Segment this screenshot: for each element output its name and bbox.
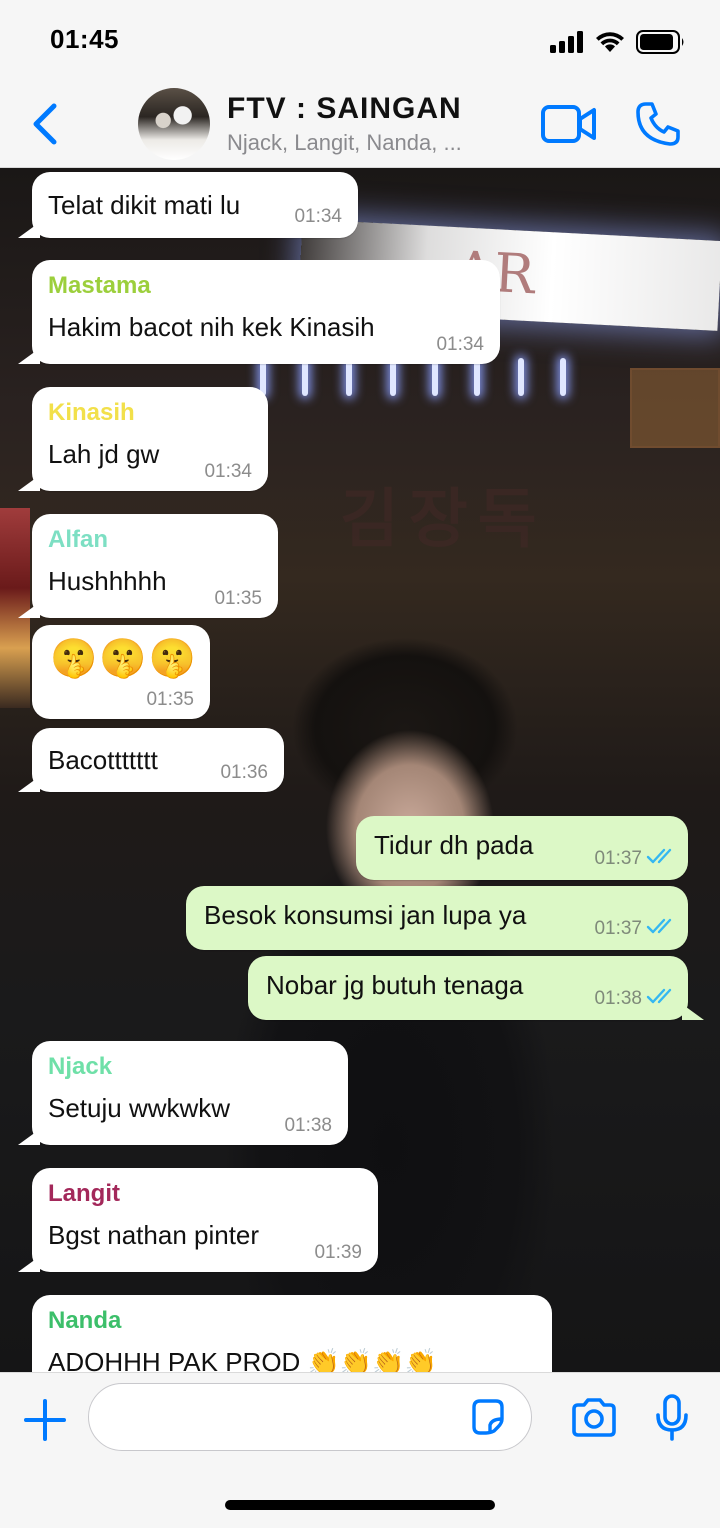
message-time: 01:34 <box>436 334 484 355</box>
voice-message-button[interactable] <box>654 1393 690 1443</box>
message-incoming[interactable]: 🤫🤫🤫 01:35 <box>32 625 210 719</box>
video-camera-icon <box>541 105 596 143</box>
status-icons <box>550 28 686 56</box>
back-button[interactable] <box>28 100 62 148</box>
sender-name[interactable]: Kinasih <box>48 399 135 427</box>
message-text: Setuju wwkwkw <box>48 1093 231 1123</box>
message-outgoing[interactable]: Nobar jg butuh tenaga 01:38 <box>248 956 704 1020</box>
sender-name[interactable]: Mastama <box>48 272 151 300</box>
message-incoming[interactable]: Mastama Hakim bacot nih kek Kinasih 01:3… <box>18 260 500 364</box>
signal-icon <box>550 31 583 53</box>
plus-icon <box>24 1399 66 1441</box>
message-text: Bacottttttt <box>48 745 158 775</box>
sender-name[interactable]: Nanda <box>48 1307 121 1335</box>
message-text: Lah jd gw <box>48 439 160 469</box>
chevron-left-icon <box>33 103 57 145</box>
camera-icon <box>572 1398 616 1437</box>
message-incoming[interactable]: Nanda ADOHHH PAK PROD 👏👏👏👏 <box>32 1295 552 1372</box>
wifi-icon <box>596 32 624 52</box>
message-emoji: 🤫🤫🤫 <box>50 638 198 680</box>
message-text: Hakim bacot nih kek Kinasih <box>48 312 375 342</box>
voice-call-button[interactable] <box>634 100 682 148</box>
message-incoming[interactable]: Alfan Hushhhhh 01:35 <box>18 514 278 618</box>
message-text: Nobar jg butuh tenaga <box>266 970 524 1000</box>
battery-icon <box>636 30 684 54</box>
status-time: 01:45 <box>50 24 119 54</box>
status-bar: 01:45 <box>0 0 720 80</box>
message-outgoing[interactable]: Besok konsumsi jan lupa ya 01:37 <box>186 886 688 950</box>
message-text: Bgst nathan pinter <box>48 1220 260 1250</box>
message-time: 01:35 <box>146 689 194 710</box>
message-incoming[interactable]: Langit Bgst nathan pinter 01:39 <box>18 1168 378 1272</box>
sticker-button[interactable] <box>468 1397 508 1437</box>
message-time: 01:35 <box>214 588 262 609</box>
message-time: 01:36 <box>220 762 268 783</box>
sender-name[interactable]: Langit <box>48 1180 120 1208</box>
read-receipt-icon <box>646 988 672 1004</box>
message-incoming[interactable]: Kinasih Lah jd gw 01:34 <box>18 387 268 491</box>
message-text: Tidur dh pada <box>374 830 534 860</box>
message-incoming[interactable]: Bacottttttt 01:36 <box>18 728 284 792</box>
message-incoming[interactable]: Njack Setuju wwkwkw 01:38 <box>18 1041 348 1145</box>
message-text: Besok konsumsi jan lupa ya <box>204 900 527 930</box>
read-receipt-icon <box>646 918 672 934</box>
message-input[interactable] <box>88 1383 532 1451</box>
message-outgoing[interactable]: Tidur dh pada 01:37 <box>356 816 688 880</box>
read-receipt-icon <box>646 848 672 864</box>
message-text: ADOHHH PAK PROD 👏👏👏👏 <box>48 1347 438 1372</box>
message-time: 01:34 <box>294 206 342 227</box>
message-incoming[interactable]: Telat dikit mati lu 01:34 <box>18 172 358 238</box>
phone-icon <box>636 102 680 146</box>
camera-button[interactable] <box>570 1397 618 1439</box>
sticker-icon <box>472 1399 504 1435</box>
message-time: 01:37 <box>594 848 642 869</box>
chat-area[interactable]: AR 김장독 Telat dikit mati lu 01:34 Mastama… <box>0 168 720 1372</box>
message-time: 01:38 <box>284 1115 332 1136</box>
message-time: 01:34 <box>204 461 252 482</box>
chat-header: FTV : SAINGAN Njack, Langit, Nanda, ... <box>0 80 720 168</box>
message-text: Telat dikit mati lu <box>48 190 241 220</box>
message-time: 01:39 <box>314 1242 362 1263</box>
message-time: 01:37 <box>594 918 642 939</box>
attach-button[interactable] <box>22 1397 68 1443</box>
video-call-button[interactable] <box>540 102 598 146</box>
sender-name[interactable]: Alfan <box>48 526 108 554</box>
chat-participants[interactable]: Njack, Langit, Nanda, ... <box>227 130 507 156</box>
message-text: Hushhhhh <box>48 566 167 596</box>
sender-name[interactable]: Njack <box>48 1053 112 1081</box>
group-avatar[interactable] <box>138 88 210 160</box>
message-time: 01:38 <box>594 988 642 1009</box>
home-indicator[interactable] <box>225 1500 495 1510</box>
microphone-icon <box>656 1394 688 1441</box>
chat-title[interactable]: FTV : SAINGAN <box>227 92 462 126</box>
